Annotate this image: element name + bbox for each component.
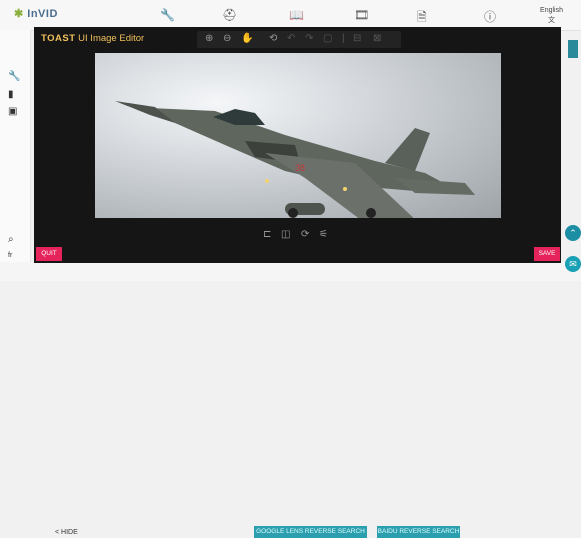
editor-title: TOAST UI Image Editor (41, 33, 145, 44)
language-short[interactable]: fr (8, 252, 12, 259)
editor-top-toolbar: ⊕ ⊖ ✋ ⟲ ↶ ↷ ▢ | ⊟ ⊠ (197, 31, 401, 48)
language-selector[interactable]: English 文 (540, 6, 563, 26)
baidu-search-button[interactable]: BAIDU REVERSE SEARCH (377, 526, 460, 538)
wrench-icon[interactable]: 🔧 (8, 71, 20, 82)
chat-button[interactable]: ✉ (565, 256, 581, 272)
fighter-jet-image: 38 (115, 101, 475, 218)
search-icon[interactable]: ⌕ (8, 234, 14, 245)
divider: | (342, 33, 345, 44)
rotate-icon[interactable]: ⟳ (301, 229, 309, 240)
delete-icon[interactable]: ⊟ (353, 33, 361, 44)
quit-button[interactable]: QUIT (36, 247, 62, 261)
hide-button[interactable]: < HIDE (55, 529, 78, 536)
info-icon[interactable]: ⓘ (484, 8, 496, 25)
book-icon[interactable]: 📖 (289, 8, 304, 22)
editor-canvas[interactable]: 38 (95, 53, 501, 218)
reset-icon[interactable]: ▢ (323, 33, 332, 44)
flip-icon[interactable]: ◫ (281, 229, 290, 240)
left-sidebar: 🔧 ▮ ▣ ⌕ fr (0, 30, 31, 281)
invid-logo: ✱ InVID (14, 8, 58, 20)
google-lens-search-button[interactable]: GOOGLE LENS REVERSE SEARCH (254, 526, 367, 538)
bottom-bar: < HIDE GOOGLE LENS REVERSE SEARCH BAIDU … (0, 262, 581, 538)
zoom-in-icon[interactable]: ⊕ (205, 33, 213, 44)
translate-icon: 文 (548, 17, 556, 24)
aircraft-number: 38 (295, 163, 305, 173)
side-accent (568, 40, 578, 58)
image-editor-modal: TOAST UI Image Editor ⊕ ⊖ ✋ ⟲ ↶ ↷ ▢ | ⊟ … (34, 27, 561, 263)
undo-icon[interactable]: ↶ (287, 33, 295, 44)
scroll-up-button[interactable]: ⌃ (565, 225, 581, 241)
wrench-icon[interactable]: 🔧 (160, 8, 175, 22)
redo-icon[interactable]: ↷ (305, 33, 313, 44)
filter-icon[interactable]: ⚟ (319, 229, 328, 240)
save-button[interactable]: SAVE (534, 247, 560, 261)
film-icon[interactable]: ▮ (8, 89, 14, 100)
robot-icon[interactable]: ⛑ (222, 8, 237, 22)
film-icon[interactable]: 🎞 (354, 8, 369, 22)
zoom-out-icon[interactable]: ⊖ (223, 33, 231, 44)
document-icon[interactable]: 🗎 (417, 8, 427, 29)
image-icon[interactable]: ▣ (8, 106, 17, 117)
history-icon[interactable]: ⟲ (269, 33, 277, 44)
crop-icon[interactable]: ⊏ (263, 229, 271, 240)
delete-all-icon[interactable]: ⊠ (373, 33, 381, 44)
hand-icon[interactable]: ✋ (241, 33, 253, 44)
